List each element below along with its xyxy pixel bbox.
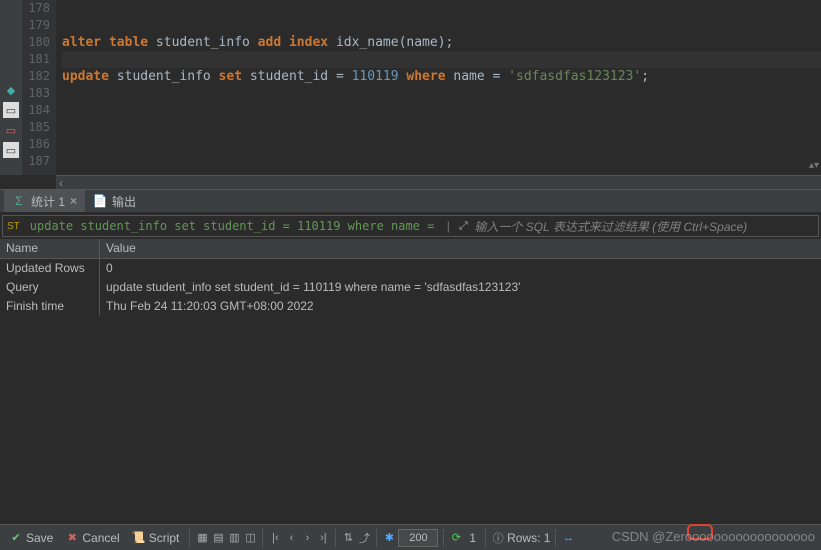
page-icon[interactable]: ▭ — [3, 102, 19, 118]
sync-icon[interactable]: ↔ — [561, 531, 575, 545]
table-row[interactable]: Updated Rows 0 — [0, 259, 821, 278]
grid2-icon[interactable]: ▤ — [211, 531, 225, 545]
editor-minimap-ctrl[interactable]: ▴▾ — [809, 160, 819, 171]
executed-query: update student_info set student_id = 110… — [24, 219, 441, 233]
table-row[interactable]: Finish time Thu Feb 24 11:20:03 GMT+08:0… — [0, 297, 821, 316]
annotation-highlight — [687, 524, 713, 540]
col-header-value[interactable]: Value — [100, 239, 821, 258]
last-icon[interactable]: ›| — [316, 531, 330, 545]
panel-icon[interactable]: ◫ — [243, 531, 257, 545]
reorder-icon[interactable]: ⇅ — [341, 531, 355, 545]
sql-badge-icon: ST — [3, 221, 24, 232]
info-icon: ⓘ — [491, 531, 505, 545]
table-row[interactable]: Query update student_info set student_id… — [0, 278, 821, 297]
tab-stats[interactable]: Σ 统计 1 × — [4, 190, 85, 212]
marker-icon[interactable]: ◆ — [3, 82, 19, 98]
sql-filter-bar: ST update student_info set student_id = … — [2, 215, 819, 237]
page3-icon[interactable]: ▭ — [3, 142, 19, 158]
tab-output[interactable]: 📄 输出 — [85, 190, 144, 212]
close-icon[interactable]: × — [70, 194, 77, 208]
result-tabs: Σ 统计 1 × 📄 输出 — [0, 189, 821, 213]
script-icon: 📜 — [132, 531, 146, 545]
page-count: 1 — [465, 531, 480, 545]
line-gutter: 178 179 180 181 182 183 184 185 186 187 — [22, 0, 56, 175]
col-header-name[interactable]: Name — [0, 239, 100, 258]
prev-icon[interactable]: ‹ — [284, 531, 298, 545]
filter-input-hint[interactable]: 输入一个 SQL 表达式来过滤结果 (使用 Ctrl+Space) — [470, 218, 818, 235]
first-icon[interactable]: |‹ — [268, 531, 282, 545]
expand-icon[interactable]: ⤢ — [456, 219, 470, 233]
horizontal-scrollbar[interactable] — [56, 175, 821, 189]
sigma-icon: Σ — [12, 194, 26, 208]
next-icon[interactable]: › — [300, 531, 314, 545]
page-size-input[interactable] — [398, 529, 438, 547]
rows-label: Rows: 1 — [507, 531, 550, 545]
code-editor[interactable]: alter table student_info add index idx_n… — [56, 0, 821, 175]
save-button[interactable]: ✔ Save — [4, 529, 58, 547]
script-button[interactable]: 📜 Script — [127, 529, 185, 547]
grid3-icon[interactable]: ▥ — [227, 531, 241, 545]
cancel-button[interactable]: ✖ Cancel — [60, 529, 124, 547]
editor-side-icons: ◆ ▭ ▭ ▭ — [0, 0, 22, 175]
divider: | — [440, 219, 456, 233]
doc-icon: 📄 — [93, 194, 107, 208]
result-table: Name Value Updated Rows 0 Query update s… — [0, 239, 821, 545]
check-icon: ✔ — [9, 531, 23, 545]
gear-icon[interactable]: ✱ — [382, 531, 396, 545]
refresh-icon[interactable]: ⟳ — [449, 531, 463, 545]
grid1-icon[interactable]: ▦ — [195, 531, 209, 545]
export-icon[interactable]: ⤴ — [357, 531, 371, 545]
x-icon: ✖ — [65, 531, 79, 545]
tab-label: 输出 — [112, 193, 136, 210]
tab-label: 统计 1 — [31, 193, 65, 210]
page2-icon[interactable]: ▭ — [3, 122, 19, 138]
